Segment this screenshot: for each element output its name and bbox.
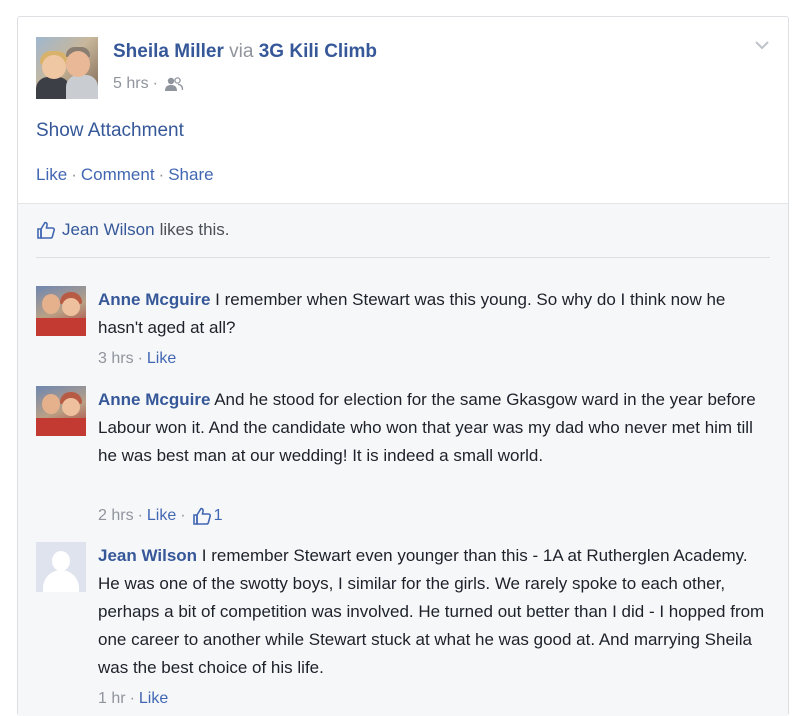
comment-meta: 1 hr · Like [98, 690, 168, 708]
thumbs-up-icon [37, 221, 56, 239]
thumbs-up-icon[interactable] [192, 506, 212, 526]
via-text: via [229, 41, 254, 62]
comment-like-button[interactable]: Like [139, 690, 168, 708]
comment-button[interactable]: Comment [81, 165, 155, 184]
meta-separator: · [180, 507, 186, 524]
post-actions: Like · Comment · Share [36, 165, 214, 185]
liker-name[interactable]: Jean Wilson [62, 220, 155, 240]
comment-body: Jean Wilson I remember Stewart even youn… [98, 542, 770, 682]
share-button[interactable]: Share [168, 165, 213, 184]
comment-time[interactable]: 1 hr [98, 690, 126, 708]
comment-like-button[interactable]: Like [147, 350, 176, 368]
commenter-name[interactable]: Anne Mcguire [98, 290, 210, 309]
commenter-name[interactable]: Jean Wilson [98, 546, 197, 565]
friends-icon[interactable] [164, 76, 184, 92]
comment-like-button[interactable]: Like [147, 507, 176, 525]
comment-time[interactable]: 3 hrs [98, 350, 134, 368]
comment-meta: 2 hrs · Like · 1 [98, 506, 223, 526]
post-meta: 5 hrs · [113, 75, 184, 93]
post-card: Sheila Miller via 3G Kili Climb 5 hrs · … [17, 16, 789, 716]
author-name[interactable]: Sheila Miller [113, 41, 224, 62]
post-timestamp[interactable]: 5 hrs [113, 75, 149, 93]
comment-body: Anne Mcguire I remember when Stewart was… [98, 286, 770, 342]
comment-text: I remember Stewart even younger than thi… [98, 546, 765, 677]
divider [36, 257, 770, 258]
meta-separator: · [137, 507, 143, 524]
likes-summary: Jean Wilson likes this. [36, 220, 230, 240]
commenter-avatar[interactable] [36, 286, 86, 336]
action-separator: · [71, 165, 77, 184]
post-author-line: Sheila Miller via 3G Kili Climb [113, 41, 377, 63]
comment-meta: 3 hrs · Like [98, 350, 176, 368]
likes-suffix: likes this. [159, 220, 230, 239]
commenter-avatar[interactable] [36, 386, 86, 436]
page-name[interactable]: 3G Kili Climb [259, 41, 377, 62]
meta-separator: · [129, 690, 135, 707]
commenter-avatar[interactable] [36, 542, 86, 592]
like-button[interactable]: Like [36, 165, 67, 184]
show-attachment-link[interactable]: Show Attachment [36, 120, 184, 142]
chevron-down-icon[interactable] [754, 39, 770, 51]
meta-separator: · [137, 350, 143, 367]
comment-body: Anne Mcguire And he stood for election f… [98, 386, 770, 470]
author-avatar[interactable] [36, 37, 98, 99]
comment-like-count[interactable]: 1 [214, 507, 223, 525]
commenter-name[interactable]: Anne Mcguire [98, 390, 210, 409]
meta-separator: · [152, 75, 158, 92]
feedback-section: Jean Wilson likes this. Anne Mcguire I r… [18, 203, 788, 716]
action-separator: · [158, 165, 165, 184]
comment-time[interactable]: 2 hrs [98, 507, 134, 525]
